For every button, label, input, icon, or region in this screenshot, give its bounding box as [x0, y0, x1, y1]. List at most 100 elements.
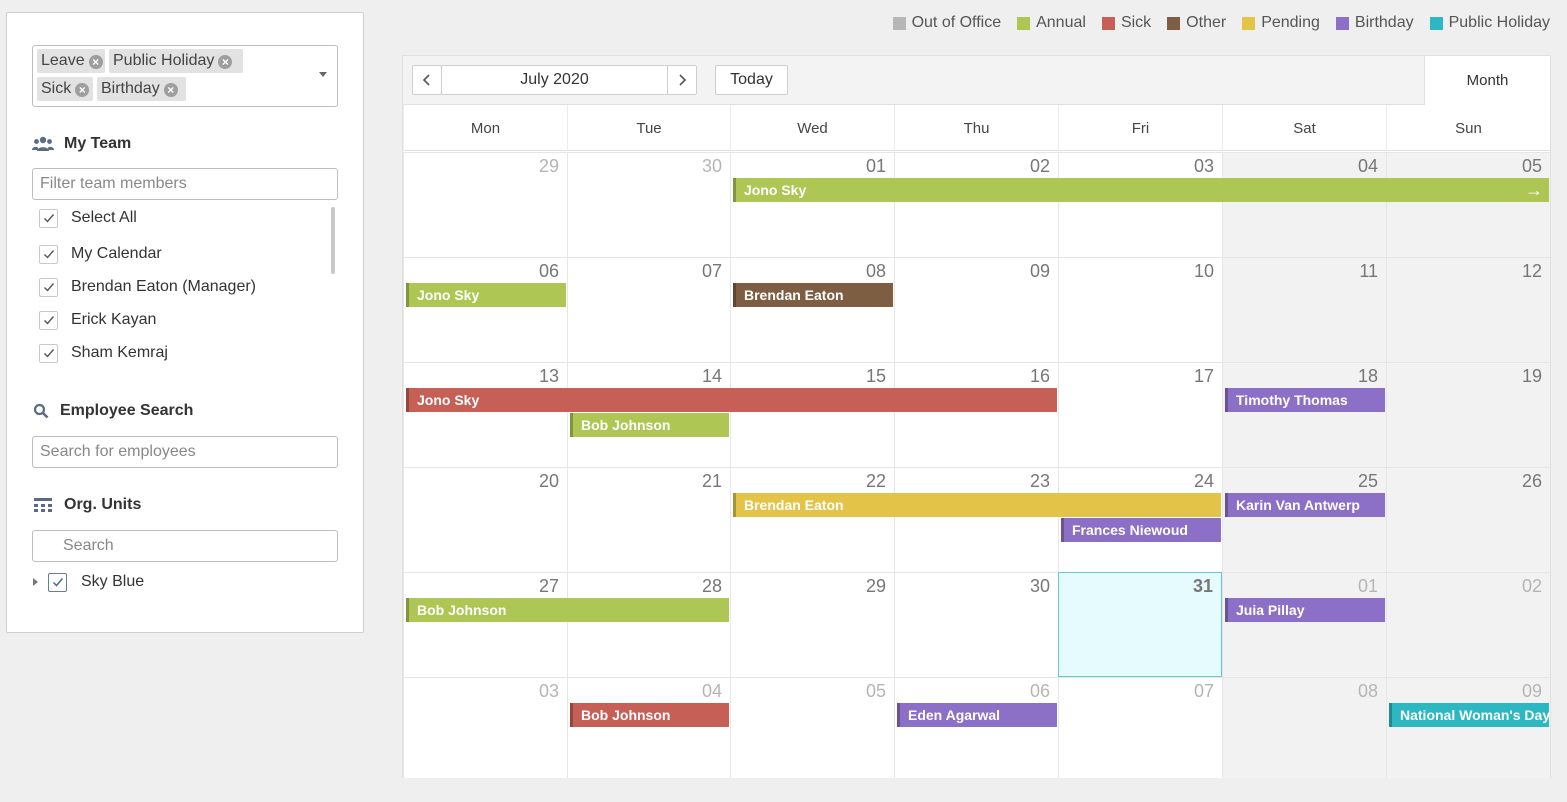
calendar-event-birthday[interactable]: Juia Pillay — [1225, 598, 1385, 622]
calendar-event-annual[interactable]: Jono Sky → — [733, 178, 1549, 202]
calendar-day-cell[interactable]: 08 — [730, 257, 894, 362]
calendar-day-cell[interactable]: 17 — [1058, 362, 1222, 467]
calendar-day-cell[interactable]: 09 — [1386, 677, 1550, 778]
calendar-day-cell[interactable]: 27 — [403, 572, 567, 677]
calendar-day-cell[interactable]: 02 — [1386, 572, 1550, 677]
expand-caret-icon[interactable] — [33, 578, 38, 586]
team-checkbox-sham-kemraj[interactable]: Sham Kemraj — [39, 342, 168, 364]
checkbox-checked-icon[interactable] — [39, 208, 58, 228]
calendar-event-birthday[interactable]: Karin Van Antwerp — [1225, 493, 1385, 517]
calendar-day-cell[interactable]: 03 — [403, 677, 567, 778]
calendar-day-cell-today[interactable]: 31 — [1058, 572, 1222, 677]
checkbox-checked-icon[interactable] — [48, 572, 67, 592]
calendar-day-cell[interactable]: 12 — [1386, 257, 1550, 362]
employee-search-input[interactable] — [32, 436, 338, 468]
calendar-event-annual[interactable]: Jono Sky — [406, 283, 566, 307]
filter-chip-sick[interactable]: Sick × — [37, 77, 93, 101]
calendar-event-birthday[interactable]: Timothy Thomas — [1225, 388, 1385, 412]
team-checkbox-brendan-eaton[interactable]: Brendan Eaton (Manager) — [39, 276, 256, 298]
chip-label: Sick — [41, 80, 72, 97]
event-label: Juia Pillay — [1236, 602, 1305, 618]
calendar-day-cell[interactable]: 13 — [403, 362, 567, 467]
calendar-day-cell[interactable]: 23 — [894, 467, 1058, 572]
calendar-toolbar: July 2020 Today Month — [403, 56, 1550, 105]
calendar-day-cell[interactable]: 16 — [894, 362, 1058, 467]
calendar-day-cell[interactable]: 07 — [567, 257, 730, 362]
calendar-day-cell[interactable]: 22 — [730, 467, 894, 572]
calendar-day-cell[interactable]: 09 — [894, 257, 1058, 362]
calendar-day-cell[interactable]: 08 — [1222, 677, 1386, 778]
current-period-label: July 2020 — [441, 65, 668, 95]
calendar-day-cell[interactable]: 29 — [730, 572, 894, 677]
calendar-event-public-holiday[interactable]: National Woman's Day — [1389, 703, 1549, 727]
calendar-event-birthday[interactable]: Eden Agarwal — [897, 703, 1057, 727]
calendar-day-cell[interactable]: 02 — [894, 152, 1058, 257]
checkbox-checked-icon[interactable] — [39, 244, 58, 264]
calendar-day-cell[interactable]: 04 — [1222, 152, 1386, 257]
day-number: 31 — [1192, 576, 1213, 596]
legend-label: Annual — [1036, 14, 1086, 31]
calendar-day-cell[interactable]: 06 — [894, 677, 1058, 778]
calendar-day-cell[interactable]: 18 — [1222, 362, 1386, 467]
today-button[interactable]: Today — [715, 65, 788, 95]
calendar-day-cell[interactable]: 11 — [1222, 257, 1386, 362]
calendar-day-cell[interactable]: 19 — [1386, 362, 1550, 467]
calendar-day-cell[interactable]: 03 — [1058, 152, 1222, 257]
team-checkbox-select-all[interactable]: Select All — [39, 207, 137, 229]
calendar-day-cell[interactable]: 28 — [567, 572, 730, 677]
org-units-search-input[interactable] — [32, 530, 338, 562]
checkbox-checked-icon[interactable] — [39, 310, 58, 330]
legend-swatch — [1335, 16, 1349, 30]
remove-chip-icon[interactable]: × — [75, 83, 90, 97]
remove-chip-icon[interactable]: × — [163, 83, 178, 97]
prev-month-button[interactable] — [412, 65, 442, 95]
next-month-button[interactable] — [667, 65, 697, 95]
checkbox-checked-icon[interactable] — [39, 277, 58, 297]
legend-item-birthday: Birthday — [1335, 14, 1414, 32]
calendar-day-cell[interactable]: 05 — [1386, 152, 1550, 257]
calendar-event-annual[interactable]: Bob Johnson — [406, 598, 729, 622]
checkbox-label: Brendan Eaton (Manager) — [71, 278, 256, 295]
leave-type-multiselect[interactable]: Leave × Public Holiday × Sick × Birthday × — [32, 45, 338, 107]
legend-swatch — [1017, 16, 1031, 30]
day-number: 30 — [701, 156, 722, 176]
calendar-event-sick[interactable]: Bob Johnson — [570, 703, 729, 727]
filter-team-members-input[interactable] — [32, 168, 338, 200]
calendar-day-cell[interactable]: 04 — [567, 677, 730, 778]
dropdown-caret-icon[interactable] — [319, 72, 327, 77]
filter-chip-leave[interactable]: Leave × — [37, 49, 105, 73]
calendar-event-other[interactable]: Brendan Eaton — [733, 283, 893, 307]
calendar-day-cell[interactable]: 10 — [1058, 257, 1222, 362]
filter-chip-birthday[interactable]: Birthday × — [97, 77, 186, 101]
calendar-day-cell[interactable]: 07 — [1058, 677, 1222, 778]
day-number: 09 — [1521, 681, 1542, 701]
calendar-day-cell[interactable]: 21 — [567, 467, 730, 572]
day-number: 24 — [1193, 471, 1214, 491]
checkbox-checked-icon[interactable] — [39, 343, 58, 363]
calendar-day-cell[interactable]: 25 — [1222, 467, 1386, 572]
remove-chip-icon[interactable]: × — [88, 55, 103, 69]
calendar-event-birthday[interactable]: Frances Niewoud — [1061, 518, 1221, 542]
calendar-day-cell[interactable]: 30 — [894, 572, 1058, 677]
calendar-event-annual[interactable]: Bob Johnson — [570, 413, 729, 437]
calendar-day-cell[interactable]: 05 — [730, 677, 894, 778]
day-number: 21 — [701, 471, 722, 491]
calendar-day-cell[interactable]: 01 — [730, 152, 894, 257]
calendar-event-pending[interactable]: Brendan Eaton — [733, 493, 1221, 517]
calendar-day-cell[interactable]: 26 — [1386, 467, 1550, 572]
calendar-day-cell[interactable]: 01 — [1222, 572, 1386, 677]
calendar-day-cell[interactable]: 20 — [403, 467, 567, 572]
org-tree-item-sky-blue[interactable]: Sky Blue — [33, 571, 144, 593]
team-list-scrollbar[interactable] — [331, 207, 335, 274]
calendar-day-cell[interactable]: 06 — [403, 257, 567, 362]
filter-chip-public-holiday[interactable]: Public Holiday × — [109, 49, 243, 73]
team-checkbox-erick-kayan[interactable]: Erick Kayan — [39, 309, 156, 331]
calendar-day-cell[interactable]: 29 — [403, 152, 567, 257]
calendar-event-sick[interactable]: Jono Sky — [406, 388, 1057, 412]
remove-chip-icon[interactable]: × — [218, 55, 233, 69]
legend-label: Other — [1186, 14, 1227, 31]
team-checkbox-my-calendar[interactable]: My Calendar — [39, 243, 162, 265]
view-tab-month[interactable]: Month — [1424, 56, 1550, 105]
calendar-day-cell[interactable]: 30 — [567, 152, 730, 257]
calendar-day-cell[interactable]: 15 — [730, 362, 894, 467]
